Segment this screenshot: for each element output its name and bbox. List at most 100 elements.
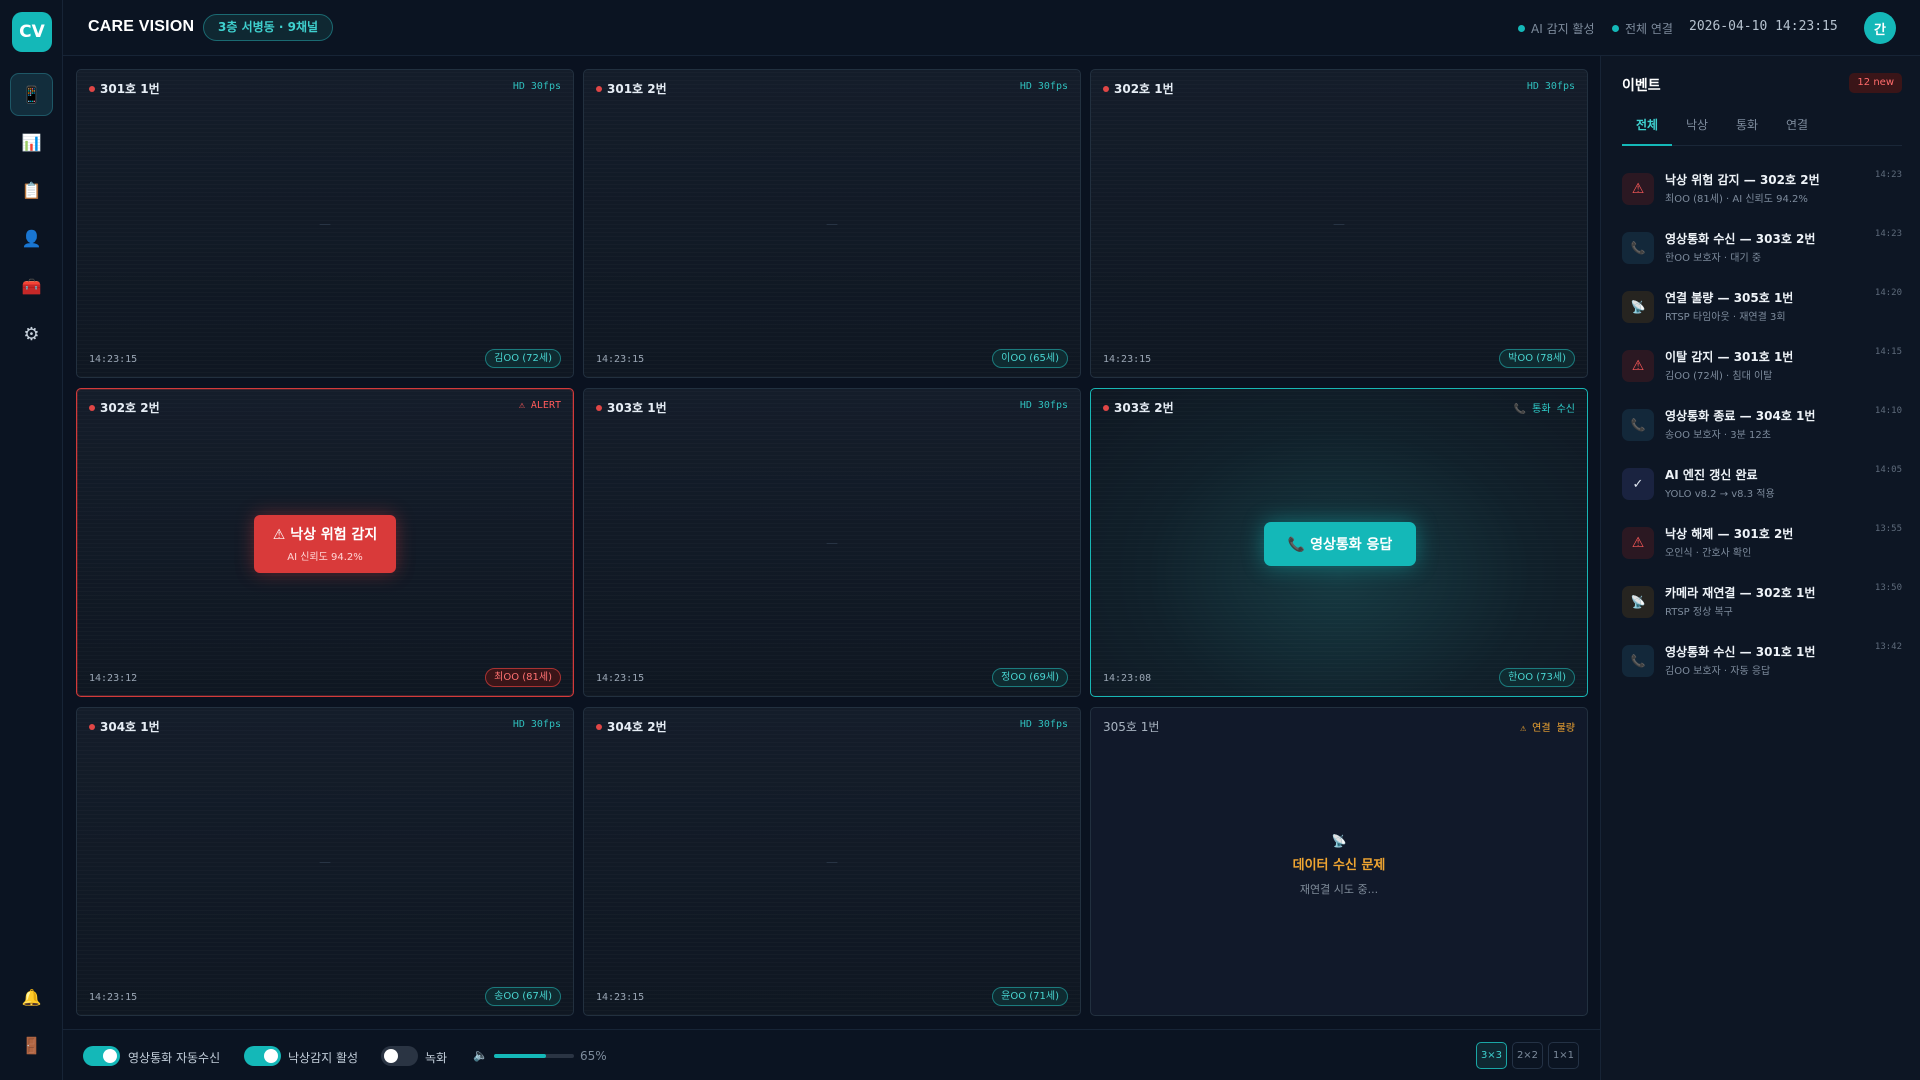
tab-connection[interactable]: 연결 (1774, 115, 1820, 146)
events-panel: 이벤트 12 new 전체 낙상 통화 연결 ⚠ 낙상 위험 감지 — 302호… (1600, 56, 1920, 1080)
tab-fall[interactable]: 낙상 (1674, 115, 1720, 146)
tab-call[interactable]: 통화 (1724, 115, 1770, 146)
bell-icon: 🔔 (21, 988, 42, 1007)
nav-settings[interactable]: ⚙ (10, 313, 53, 356)
camera-name: 301호 1번 (89, 80, 160, 97)
camera-tile-call[interactable]: 303호 2번 📞 통화 수신 📞 영상통화 응답 14:23:08 한OO (… (1090, 388, 1588, 697)
event-item[interactable]: 📡 카메라 재연결 — 302호 1번 RTSP 정상 복구 13:50 (1622, 581, 1902, 633)
nav-logout[interactable]: 🚪 (10, 1024, 53, 1067)
camera-time: 14:23:15 (89, 992, 138, 1003)
camera-status: HD 30fps (512, 81, 561, 92)
phone-icon: 📞 (1622, 645, 1654, 677)
clipboard-icon: 📋 (21, 181, 42, 200)
event-item[interactable]: 📞 영상통화 수신 — 301호 1번 김OO 보호자 · 자동 응답 13:4… (1622, 640, 1902, 692)
camera-name-label: 302호 2번 (100, 401, 160, 415)
volume-slider[interactable] (494, 1054, 574, 1058)
record-toggle[interactable] (381, 1046, 418, 1066)
event-item[interactable]: ✓ AI 엔진 갱신 완료 YOLO v8.2 → v8.3 적용 14:05 (1622, 463, 1902, 515)
offline-message: 📡 데이터 수신 문제 재연결 시도 중... (1091, 834, 1587, 897)
fall-detect-toggle[interactable] (244, 1046, 281, 1066)
event-item[interactable]: ⚠ 낙상 해제 — 301호 2번 오인식 · 간호사 확인 13:55 (1622, 522, 1902, 574)
camera-tile[interactable]: 303호 1번 HD 30fps — 14:23:15 정OO (69세) (583, 388, 1081, 697)
warning-icon: ⚠ (1622, 173, 1654, 205)
camera-tile[interactable]: 301호 1번 HD 30fps — 14:23:15 김OO (72세) (76, 69, 574, 378)
event-title: 카메라 재연결 — 302호 1번 (1665, 586, 1816, 600)
patient-tag[interactable]: 최OO (81세) (485, 668, 561, 687)
layout-1x1-button[interactable]: 1×1 (1548, 1042, 1579, 1069)
patient-tag[interactable]: 박OO (78세) (1499, 349, 1575, 368)
camera-tile[interactable]: 302호 1번 HD 30fps — 14:23:15 박OO (78세) (1090, 69, 1588, 378)
camera-placeholder-icon: — (319, 854, 331, 869)
event-subtitle: 송OO 보호자 · 3분 12초 (1665, 430, 1771, 441)
camera-tile[interactable]: 304호 1번 HD 30fps — 14:23:15 송OO (67세) (76, 707, 574, 1016)
camera-placeholder-icon: — (1333, 216, 1345, 231)
event-time: 14:20 (1874, 288, 1902, 298)
camera-time: 14:23:15 (596, 673, 645, 684)
nav-records[interactable]: 📋 (10, 169, 53, 212)
camera-time: 14:23:12 (89, 673, 138, 684)
ai-status-label: AI 감지 활성 (1531, 22, 1595, 36)
status-dot-icon (1612, 25, 1619, 32)
camera-tile[interactable]: 304호 2번 HD 30fps — 14:23:15 윤OO (71세) (583, 707, 1081, 1016)
patient-tag[interactable]: 이OO (65세) (992, 349, 1068, 368)
auto-answer-label: 영상통화 자동수신 (128, 1051, 221, 1065)
phone-glyph: 📞 (1630, 241, 1646, 255)
patient-tag[interactable]: 김OO (72세) (485, 349, 561, 368)
event-item[interactable]: ⚠ 낙상 위험 감지 — 302호 2번 최OO (81세) · AI 신뢰도 … (1622, 168, 1902, 220)
event-tabs: 전체 낙상 통화 연결 (1622, 115, 1902, 146)
avatar[interactable]: 간 (1864, 12, 1896, 44)
nav-stats[interactable]: 📊 (10, 121, 53, 164)
rec-dot-icon (89, 85, 95, 92)
nav-notifications[interactable]: 🔔 (10, 976, 53, 1019)
nav-devices[interactable]: 🧰 (10, 265, 53, 308)
event-item[interactable]: 📡 연결 불량 — 305호 1번 RTSP 타임아웃 · 재연결 3회 14:… (1622, 286, 1902, 338)
camera-tile[interactable]: 301호 2번 HD 30fps — 14:23:15 이OO (65세) (583, 69, 1081, 378)
patient-tag[interactable]: 송OO (67세) (485, 987, 561, 1006)
patient-tag[interactable]: 윤OO (71세) (992, 987, 1068, 1006)
patient-tag[interactable]: 한OO (73세) (1499, 668, 1575, 687)
event-item[interactable]: ⚠ 이탈 감지 — 301호 1번 김OO (72세) · 침대 이탈 14:1… (1622, 345, 1902, 397)
header: CARE VISION 3층 서병동 · 9채널 AI 감지 활성 전체 연결 … (63, 0, 1920, 56)
camera-name: 303호 1번 (596, 399, 667, 416)
fall-alert-banner[interactable]: ⚠ 낙상 위험 감지 AI 신뢰도 94.2% (254, 515, 396, 573)
camera-name-label: 301호 1번 (100, 82, 160, 96)
event-subtitle: 김OO (72세) · 침대 이탈 (1665, 371, 1773, 382)
check-icon: ✓ (1622, 468, 1654, 500)
connection-warning-status: ⚠ 연결 불량 (1520, 723, 1575, 734)
event-time: 14:05 (1874, 465, 1902, 475)
nav-patients[interactable]: 👤 (10, 217, 53, 260)
answer-call-button[interactable]: 📞 영상통화 응답 (1264, 522, 1416, 566)
event-item[interactable]: 📞 영상통화 종료 — 304호 1번 송OO 보호자 · 3분 12초 14:… (1622, 404, 1902, 456)
nav-monitor[interactable]: 📱 (10, 73, 53, 116)
app-logo[interactable]: CV (12, 12, 52, 52)
camera-placeholder-icon: — (826, 216, 838, 231)
camera-status: HD 30fps (512, 719, 561, 730)
event-item[interactable]: 📞 영상통화 수신 — 303호 2번 한OO 보호자 · 대기 중 14:23 (1622, 227, 1902, 279)
event-time: 14:10 (1874, 406, 1902, 416)
camera-name: 304호 1번 (89, 718, 160, 735)
camera-name-label: 301호 2번 (607, 82, 667, 96)
camera-tile-offline[interactable]: 305호 1번 ⚠ 연결 불량 📡 데이터 수신 문제 재연결 시도 중... (1090, 707, 1588, 1016)
camera-tile-alert[interactable]: 302호 2번 ⚠ ALERT ⚠ 낙상 위험 감지 AI 신뢰도 94.2% … (76, 388, 574, 697)
layout-2x2-button[interactable]: 2×2 (1512, 1042, 1543, 1069)
rec-dot-icon (1103, 404, 1109, 411)
patient-tag[interactable]: 정OO (69세) (992, 668, 1068, 687)
layout-3x3-button[interactable]: 3×3 (1476, 1042, 1507, 1069)
event-subtitle: 오인식 · 간호사 확인 (1665, 548, 1752, 559)
camera-grid: 301호 1번 HD 30fps — 14:23:15 김OO (72세) 30… (76, 69, 1589, 1016)
tab-all[interactable]: 전체 (1622, 115, 1672, 146)
event-time: 13:55 (1874, 524, 1902, 534)
event-subtitle: RTSP 정상 복구 (1665, 607, 1733, 618)
ward-badge[interactable]: 3층 서병동 · 9채널 (203, 14, 334, 41)
rec-dot-icon (89, 723, 95, 730)
rec-dot-icon (596, 404, 602, 411)
events-title: 이벤트 (1622, 78, 1661, 94)
rec-dot-icon (89, 404, 95, 411)
speaker-icon[interactable]: 🔈 (473, 1048, 488, 1062)
auto-answer-toggle[interactable] (83, 1046, 120, 1066)
event-title: 영상통화 수신 — 301호 1번 (1665, 645, 1816, 659)
camera-time: 14:23:15 (596, 992, 645, 1003)
event-title: 낙상 해제 — 301호 2번 (1665, 527, 1794, 541)
fall-detect-label: 낙상감지 활성 (288, 1051, 359, 1065)
camera-placeholder-icon: — (826, 854, 838, 869)
